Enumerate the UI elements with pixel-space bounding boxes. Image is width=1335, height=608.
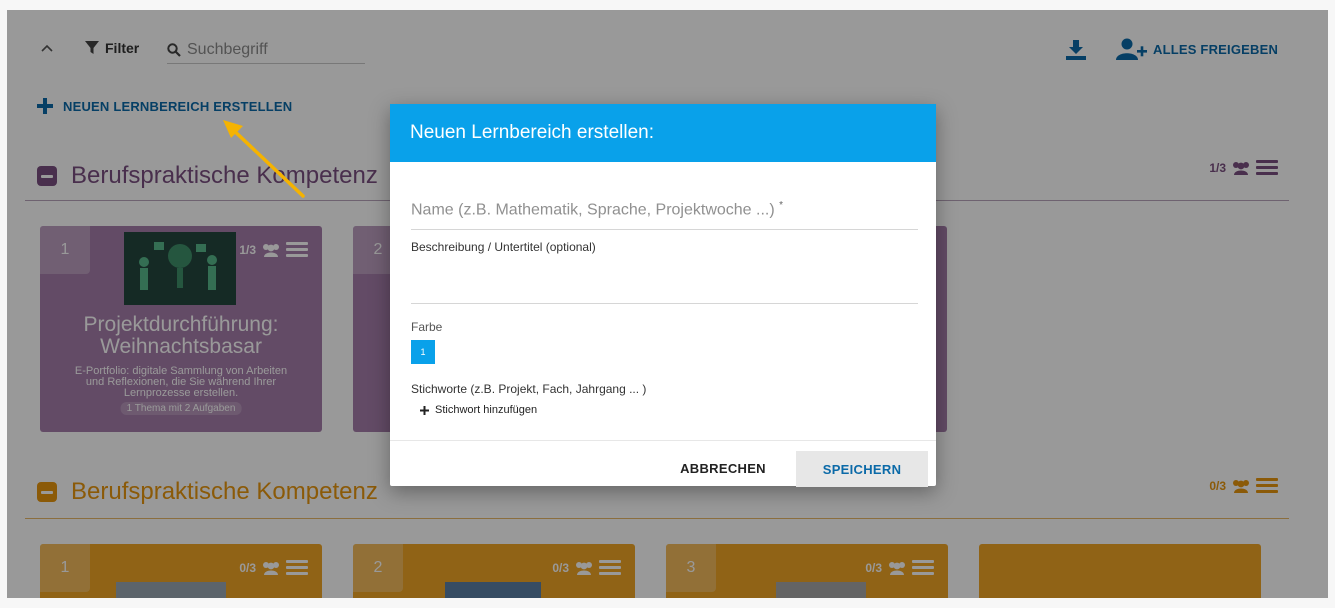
- tags-label: Stichworte (z.B. Projekt, Fach, Jahrgang…: [411, 382, 647, 396]
- name-placeholder: Name (z.B. Mathematik, Sprache, Projektw…: [411, 201, 775, 219]
- create-learning-area-dialog: Neuen Lernbereich erstellen: Name (z.B. …: [390, 104, 936, 487]
- description-input[interactable]: [411, 264, 918, 304]
- name-input[interactable]: Name (z.B. Mathematik, Sprache, Projektw…: [411, 200, 918, 230]
- dialog-title: Neuen Lernbereich erstellen:: [410, 122, 654, 143]
- dialog-header: Neuen Lernbereich erstellen:: [390, 104, 936, 162]
- color-swatch[interactable]: 1: [411, 340, 435, 364]
- color-label: Farbe: [411, 320, 443, 334]
- required-mark: *: [779, 200, 784, 211]
- app-window: Filter Suchbegriff ALLES FREIGEBEN NEUEN…: [7, 10, 1328, 598]
- page: Filter Suchbegriff ALLES FREIGEBEN NEUEN…: [0, 0, 1335, 608]
- save-button[interactable]: SPEICHERN: [796, 451, 928, 487]
- cancel-button[interactable]: ABBRECHEN: [673, 451, 773, 485]
- plus-icon: [420, 405, 429, 415]
- description-label: Beschreibung / Untertitel (optional): [411, 240, 596, 254]
- add-tag-label: Stichwort hinzufügen: [435, 404, 538, 416]
- add-tag-button[interactable]: Stichwort hinzufügen: [420, 404, 537, 416]
- annotation-arrow-icon: [223, 120, 305, 198]
- dialog-footer: ABBRECHEN SPEICHERN: [390, 440, 936, 487]
